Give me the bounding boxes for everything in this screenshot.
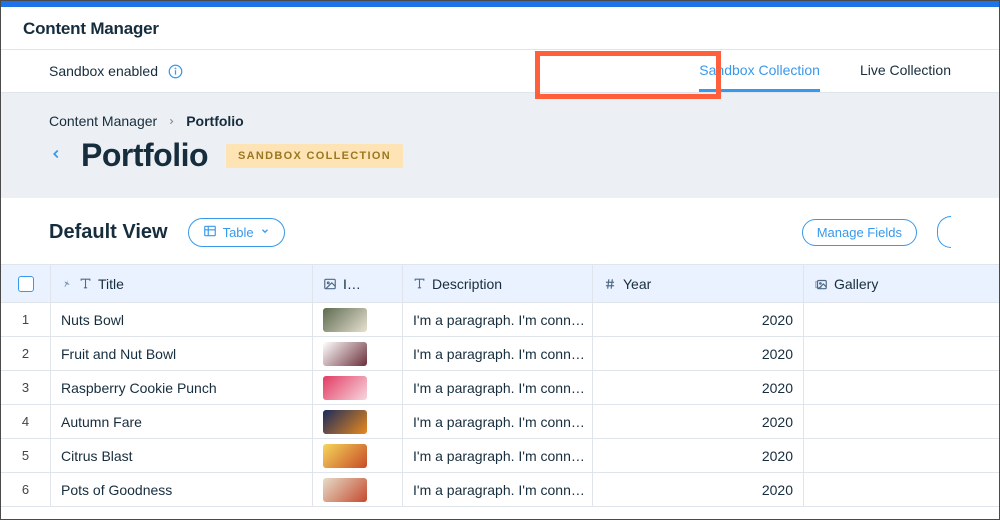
info-icon[interactable] <box>168 64 183 79</box>
table-header-row: Title I… Description Year Gallery <box>1 265 999 303</box>
text-type-icon <box>413 277 426 290</box>
chevron-down-icon <box>260 226 270 239</box>
column-header-gallery[interactable]: Gallery <box>804 265 1000 302</box>
back-button[interactable] <box>49 143 63 169</box>
pin-icon <box>61 278 73 290</box>
cell-gallery[interactable] <box>804 405 1000 438</box>
view-name: Default View <box>49 221 168 244</box>
cell-year[interactable]: 2020 <box>593 303 804 336</box>
cell-description[interactable]: I'm a paragraph. I'm conn… <box>403 439 593 472</box>
table-row[interactable]: 5Citrus Blast I'm a paragraph. I'm conn…2… <box>1 439 999 473</box>
cell-title[interactable]: Fruit and Nut Bowl <box>51 337 313 370</box>
cell-description[interactable]: I'm a paragraph. I'm conn… <box>403 371 593 404</box>
chevron-right-icon <box>167 113 176 129</box>
table-icon <box>203 224 217 241</box>
cell-title[interactable]: Raspberry Cookie Punch <box>51 371 313 404</box>
thumbnail <box>323 444 367 468</box>
cell-description[interactable]: I'm a paragraph. I'm conn… <box>403 337 593 370</box>
cell-image[interactable] <box>313 473 403 506</box>
view-mode-selector[interactable]: Table <box>188 218 285 247</box>
column-header-year[interactable]: Year <box>593 265 804 302</box>
app-title: Content Manager <box>1 7 999 49</box>
sandbox-collection-badge: SANDBOX COLLECTION <box>226 144 403 168</box>
row-number: 6 <box>1 473 51 506</box>
cell-image[interactable] <box>313 337 403 370</box>
row-number: 5 <box>1 439 51 472</box>
column-header-description[interactable]: Description <box>403 265 593 302</box>
table-row[interactable]: 3Raspberry Cookie Punch I'm a paragraph. … <box>1 371 999 405</box>
tab-live-collection[interactable]: Live Collection <box>860 50 951 92</box>
tab-sandbox-collection[interactable]: Sandbox Collection <box>699 50 820 92</box>
breadcrumb-current: Portfolio <box>186 113 244 129</box>
data-table: Title I… Description Year Gallery <box>1 264 999 507</box>
cell-image[interactable] <box>313 439 403 472</box>
table-row[interactable]: 2Fruit and Nut Bowl I'm a paragraph. I'm … <box>1 337 999 371</box>
cell-description[interactable]: I'm a paragraph. I'm conn… <box>403 303 593 336</box>
select-all-cell[interactable] <box>1 265 51 302</box>
cell-gallery[interactable] <box>804 439 1000 472</box>
cell-year[interactable]: 2020 <box>593 371 804 404</box>
cell-title[interactable]: Nuts Bowl <box>51 303 313 336</box>
cell-description[interactable]: I'm a paragraph. I'm conn… <box>403 473 593 506</box>
thumbnail <box>323 342 367 366</box>
column-header-title[interactable]: Title <box>51 265 313 302</box>
breadcrumb-root[interactable]: Content Manager <box>49 113 157 129</box>
sandbox-enabled-label: Sandbox enabled <box>49 63 158 79</box>
cell-gallery[interactable] <box>804 303 1000 336</box>
row-number: 2 <box>1 337 51 370</box>
cell-year[interactable]: 2020 <box>593 337 804 370</box>
cell-title[interactable]: Pots of Goodness <box>51 473 313 506</box>
column-header-image[interactable]: I… <box>313 265 403 302</box>
text-type-icon <box>79 277 92 290</box>
collection-tabs: Sandbox Collection Live Collection <box>699 50 951 92</box>
table-row[interactable]: 4Autumn Fare I'm a paragraph. I'm conn…20… <box>1 405 999 439</box>
checkbox-icon <box>18 276 34 292</box>
cell-description[interactable]: I'm a paragraph. I'm conn… <box>403 405 593 438</box>
row-number: 4 <box>1 405 51 438</box>
cell-image[interactable] <box>313 303 403 336</box>
row-number: 1 <box>1 303 51 336</box>
view-mode-label: Table <box>223 225 254 240</box>
cell-title[interactable]: Autumn Fare <box>51 405 313 438</box>
table-row[interactable]: 1Nuts Bowl I'm a paragraph. I'm conn…2020 <box>1 303 999 337</box>
overflow-button-partial[interactable] <box>937 216 951 248</box>
cell-gallery[interactable] <box>804 337 1000 370</box>
page-title: Portfolio <box>81 137 208 174</box>
view-toolbar: Default View Table Manage Fields <box>1 198 999 264</box>
gallery-type-icon <box>814 277 828 291</box>
manage-fields-button[interactable]: Manage Fields <box>802 219 917 246</box>
row-number: 3 <box>1 371 51 404</box>
cell-gallery[interactable] <box>804 473 1000 506</box>
cell-title[interactable]: Citrus Blast <box>51 439 313 472</box>
number-type-icon <box>603 277 617 291</box>
cell-gallery[interactable] <box>804 371 1000 404</box>
breadcrumb: Content Manager Portfolio <box>49 113 951 129</box>
image-type-icon <box>323 277 337 291</box>
cell-image[interactable] <box>313 405 403 438</box>
table-row[interactable]: 6Pots of Goodness I'm a paragraph. I'm co… <box>1 473 999 507</box>
thumbnail <box>323 308 367 332</box>
thumbnail <box>323 478 367 502</box>
cell-image[interactable] <box>313 371 403 404</box>
cell-year[interactable]: 2020 <box>593 439 804 472</box>
thumbnail <box>323 376 367 400</box>
page-header: Content Manager Portfolio Portfolio SAND… <box>1 93 999 198</box>
cell-year[interactable]: 2020 <box>593 405 804 438</box>
cell-year[interactable]: 2020 <box>593 473 804 506</box>
thumbnail <box>323 410 367 434</box>
sandbox-bar: Sandbox enabled Sandbox Collection Live … <box>1 49 999 93</box>
